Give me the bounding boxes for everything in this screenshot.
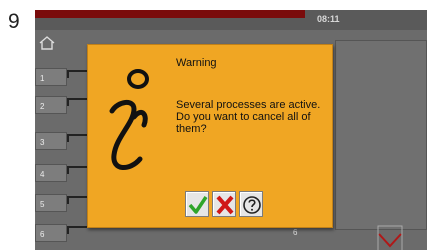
side-row-4[interactable]: 4 [35,164,67,182]
question-circle-icon [243,196,261,214]
bottom-row-label: 6 [293,228,298,237]
right-panel [335,40,427,230]
clock-time: 08:11 [317,14,340,24]
side-row-3[interactable]: 3 [35,132,67,150]
warning-dialog: Warning Several processes are active. Do… [87,44,333,228]
side-row-5[interactable]: 5 [35,194,67,212]
help-button[interactable] [239,191,263,217]
cancel-button[interactable] [212,191,236,217]
arrow-down-icon[interactable] [375,224,405,250]
progress-bar [35,10,305,18]
dialog-title: Warning [176,57,217,69]
info-icon [109,69,149,170]
dialog-message: Several processes are active. Do you wan… [176,99,321,135]
status-bar: 08:11 [35,10,427,30]
confirm-button[interactable] [185,191,209,217]
figure-number: 9 [8,10,20,33]
x-mark-icon [216,195,234,215]
side-row-1[interactable]: 1 [35,68,67,86]
side-row-2[interactable]: 2 [35,96,67,114]
checkmark-icon [188,196,208,214]
home-icon[interactable] [39,36,55,50]
side-row-6[interactable]: 6 [35,224,67,242]
